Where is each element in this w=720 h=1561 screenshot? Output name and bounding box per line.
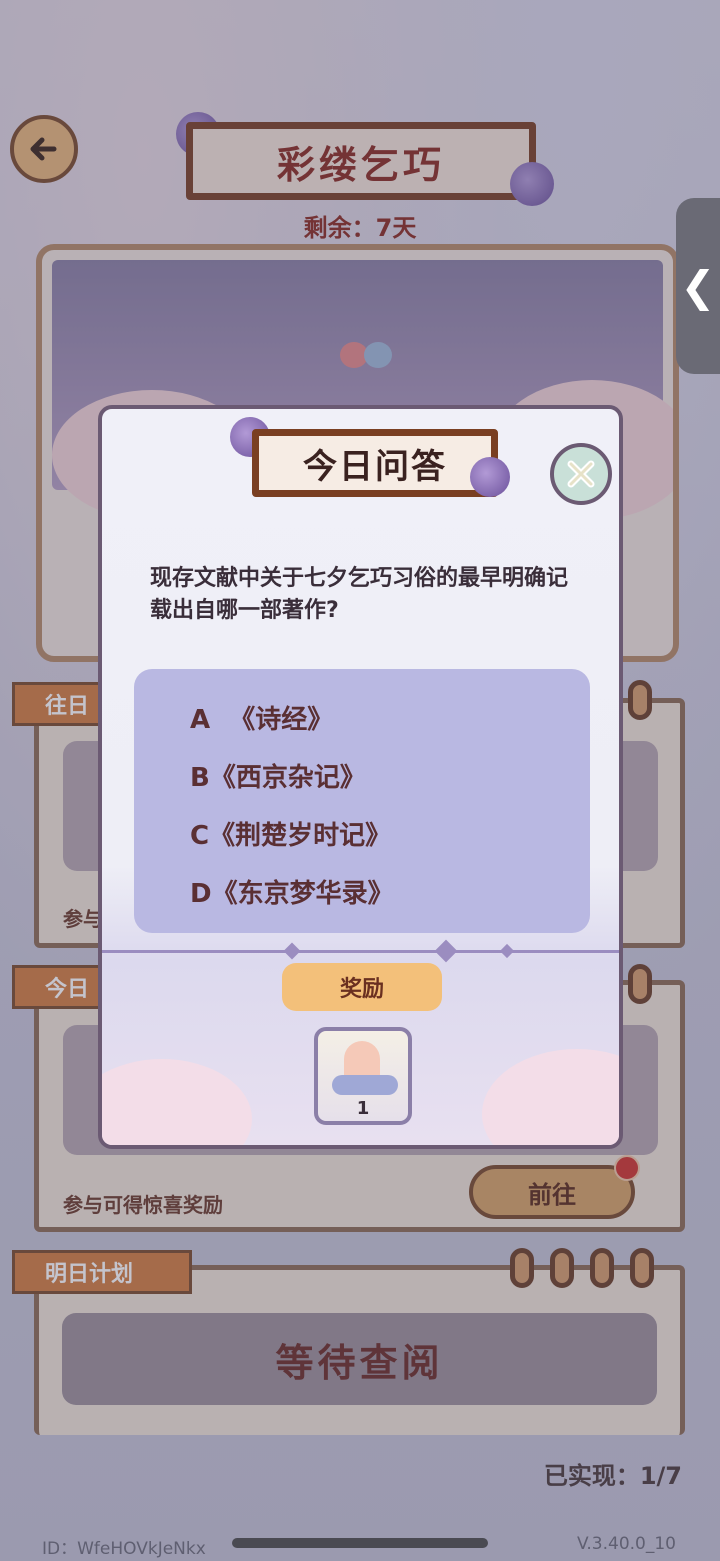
option-a[interactable]: A 《诗经》 <box>190 699 333 736</box>
option-letter: C <box>190 821 210 851</box>
option-text: 《荆楚岁时记》 <box>209 821 392 851</box>
cloud-illustration <box>102 1059 252 1145</box>
option-c[interactable]: C《荆楚岁时记》 <box>190 815 391 852</box>
home-indicator[interactable] <box>232 1538 488 1548</box>
side-drawer-tab[interactable]: ❮ <box>676 198 720 374</box>
dialog-title: 今日问答 <box>252 429 498 497</box>
option-letter: D <box>190 879 212 909</box>
flower-decoration-icon <box>470 457 510 497</box>
reward-count: 1 <box>356 1098 370 1119</box>
divider-diamond <box>434 939 458 963</box>
close-icon <box>567 460 595 488</box>
divider <box>102 950 619 953</box>
cloud-seat-icon <box>332 1075 398 1095</box>
quiz-dialog: 今日问答 现存文献中关于七夕乞巧习俗的最早明确记载出自哪一部著作? A 《诗经》… <box>98 405 623 1149</box>
chevron-left-icon: ❮ <box>680 261 716 311</box>
quiz-question: 现存文献中关于七夕乞巧习俗的最早明确记载出自哪一部著作? <box>150 566 569 623</box>
reward-label: 奖励 <box>282 963 442 1011</box>
options-panel: A 《诗经》 B《西京杂记》 C《荆楚岁时记》 D《东京梦华录》 <box>134 669 590 933</box>
option-text: 《诗经》 <box>229 705 334 735</box>
cloud-illustration <box>482 1049 619 1145</box>
divider-diamond <box>283 942 301 960</box>
option-letter: A <box>190 705 211 735</box>
close-button[interactable] <box>550 443 612 505</box>
divider-diamond <box>499 943 515 959</box>
option-letter: B <box>190 763 210 793</box>
option-text: 《东京梦华录》 <box>211 879 394 909</box>
option-b[interactable]: B《西京杂记》 <box>190 757 366 794</box>
reward-item[interactable]: 1 <box>314 1027 412 1125</box>
option-d[interactable]: D《东京梦华录》 <box>190 873 394 910</box>
option-text: 《西京杂记》 <box>209 763 366 793</box>
